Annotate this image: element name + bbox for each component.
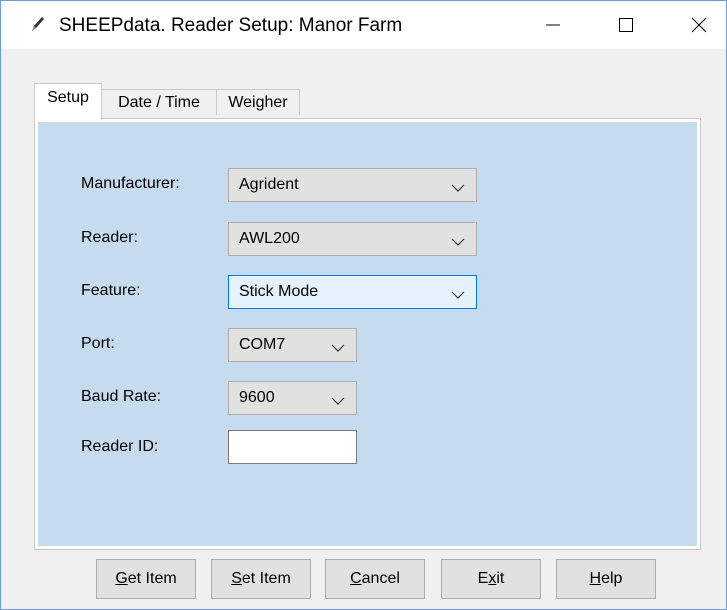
pencil-icon — [29, 15, 47, 33]
manufacturer-dropdown[interactable]: Agrident — [228, 168, 477, 202]
port-value: COM7 — [239, 336, 286, 353]
close-button[interactable] — [675, 1, 723, 49]
tab-date-time[interactable]: Date / Time — [101, 89, 217, 115]
minimize-button[interactable] — [529, 1, 577, 49]
reader-value: AWL200 — [239, 230, 300, 247]
feature-label: Feature: — [81, 282, 141, 299]
exit-button[interactable]: Ex it — [441, 559, 541, 599]
maximize-icon — [618, 17, 634, 33]
set-item-mnemonic: S — [231, 570, 242, 587]
get-item-mnemonic: G — [115, 570, 128, 587]
set-item-button[interactable]: Set Item — [211, 559, 311, 599]
exit-label-pre: E — [477, 570, 489, 587]
tab-weigher[interactable]: Weigher — [216, 89, 300, 115]
baud-rate-value: 9600 — [239, 389, 275, 406]
reader-setup-window: SHEEPdata. Reader Setup: Manor Farm Setu… — [0, 0, 727, 610]
chevron-down-icon — [331, 393, 345, 405]
minimize-icon — [545, 17, 561, 33]
tab-date-time-label: Date / Time — [118, 93, 200, 111]
feature-dropdown[interactable]: Stick Mode — [228, 275, 477, 309]
chevron-down-icon — [451, 234, 465, 246]
title-bar[interactable]: SHEEPdata. Reader Setup: Manor Farm — [1, 1, 726, 49]
port-dropdown[interactable]: COM7 — [228, 328, 357, 362]
tab-weigher-label: Weigher — [228, 93, 288, 111]
chevron-down-icon — [451, 287, 465, 299]
baud-rate-label: Baud Rate: — [81, 388, 162, 405]
tab-setup[interactable]: Setup — [34, 83, 102, 120]
exit-label: it — [496, 570, 505, 587]
chevron-down-icon — [451, 180, 465, 192]
manufacturer-label: Manufacturer: — [81, 175, 180, 192]
help-mnemonic: H — [589, 570, 602, 587]
get-item-button[interactable]: Get Item — [96, 559, 196, 599]
help-button[interactable]: Help — [556, 559, 656, 599]
close-icon — [691, 17, 707, 33]
maximize-button[interactable] — [602, 1, 650, 49]
reader-id-input[interactable] — [228, 430, 357, 464]
chevron-down-icon — [331, 340, 345, 352]
reader-id-label: Reader ID: — [81, 438, 159, 455]
port-label: Port: — [81, 335, 115, 352]
manufacturer-value: Agrident — [239, 176, 299, 193]
feature-value: Stick Mode — [239, 283, 319, 300]
exit-mnemonic: x — [488, 570, 497, 587]
get-item-label: et Item — [127, 570, 177, 587]
help-label: elp — [601, 570, 623, 587]
set-item-label: et Item — [241, 570, 291, 587]
baud-rate-dropdown[interactable]: 9600 — [228, 381, 357, 415]
reader-dropdown[interactable]: AWL200 — [228, 222, 477, 256]
cancel-button[interactable]: Cancel — [325, 559, 425, 599]
cancel-mnemonic: C — [350, 570, 362, 587]
window-title: SHEEPdata. Reader Setup: Manor Farm — [59, 15, 403, 36]
reader-label: Reader: — [81, 229, 138, 246]
cancel-label: ancel — [361, 570, 400, 587]
tab-setup-label: Setup — [47, 89, 89, 106]
